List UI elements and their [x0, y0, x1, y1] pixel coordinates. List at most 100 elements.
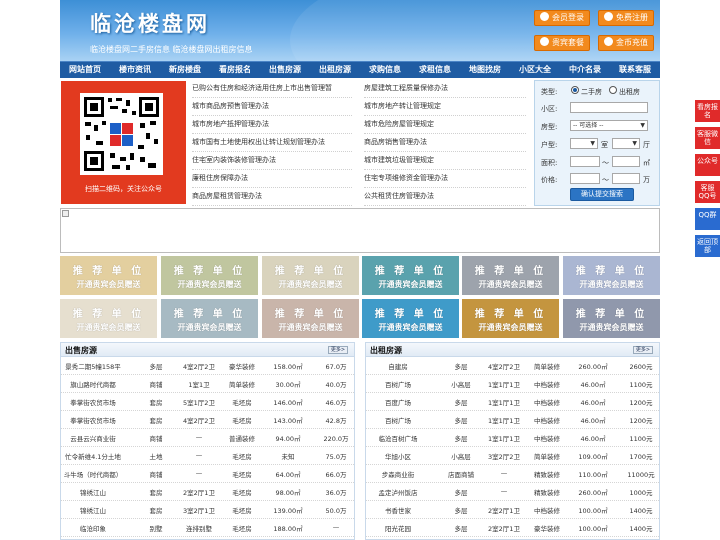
promo-tile[interactable]: 推 荐 单 位开通贵宾会员赠送 — [262, 256, 359, 295]
rent-more-link[interactable]: 更多> — [633, 346, 653, 354]
sale-more-link[interactable]: 更多> — [328, 346, 348, 354]
nav-communities[interactable]: 小区大全 — [510, 62, 560, 78]
hall-select[interactable]: ▼ — [612, 138, 640, 149]
promo-tile[interactable]: 推 荐 单 位开通贵宾会员赠送 — [462, 256, 559, 295]
site-title[interactable]: 临沧楼盘网 — [90, 8, 210, 38]
nav-buy-requests[interactable]: 求购信息 — [360, 62, 410, 78]
search-submit-button[interactable]: 确认提交搜索 — [570, 188, 634, 201]
promo-tile[interactable]: 推 荐 单 位开通贵宾会员赠送 — [362, 299, 459, 338]
policy-link[interactable]: 廉租住房保障办法 — [192, 170, 352, 188]
listing-row[interactable]: 自建房 多层 4室2厅2卫 简单装修 260.00㎡ 2600元 — [366, 357, 659, 375]
house-type-select[interactable]: -- 可选择 -- ▼ — [570, 120, 648, 131]
policy-link[interactable]: 城市商品房预售管理办法 — [192, 98, 352, 116]
promo-tile[interactable]: 推 荐 单 位开通贵宾会员赠送 — [161, 256, 258, 295]
listing-title[interactable]: 云县云兴商业街 — [62, 433, 124, 443]
listing-row[interactable]: 旗山路时代商都 商铺 1室1卫 简单装修 30.00㎡ 40.0万 — [61, 375, 354, 393]
promo-tile[interactable]: 推 荐 单 位开通贵宾会员赠送 — [161, 299, 258, 338]
listing-title[interactable]: 拳掌街农贸市场 — [62, 397, 124, 407]
nav-home[interactable]: 网站首页 — [60, 62, 110, 78]
size-max-input[interactable] — [612, 156, 640, 167]
promo-tile[interactable]: 推 荐 单 位开通贵宾会员赠送 — [462, 299, 559, 338]
listing-title[interactable]: 锦绣江山 — [62, 505, 124, 515]
listing-row[interactable]: 锦绣江山 套房 2室2厅1卫 毛坯房 98.00㎡ 36.0万 — [61, 483, 354, 501]
listing-row[interactable]: 百树广场 小高层 1室1厅1卫 中档装修 46.00㎡ 1100元 — [366, 375, 659, 393]
listing-title[interactable]: 锦绣江山 — [62, 487, 124, 497]
listing-row[interactable]: 忙令新维4.1分土地 土地 — 毛坯房 未知 75.0万 — [61, 447, 354, 465]
promo-tile[interactable]: 推 荐 单 位开通贵宾会员赠送 — [563, 256, 660, 295]
listing-title[interactable]: 拳掌街农贸市场 — [62, 415, 124, 425]
radio-rental[interactable] — [609, 86, 617, 94]
listing-row[interactable]: 华旭小区 小高层 3室2厅2卫 简单装修 109.00㎡ 1700元 — [366, 447, 659, 465]
policy-link[interactable]: 城市房地产转让管理规定 — [364, 98, 526, 116]
listing-row[interactable]: 书香世家 多层 2室2厅1卫 中档装修 100.00㎡ 1400元 — [366, 501, 659, 519]
size-min-input[interactable] — [570, 156, 600, 167]
listing-row[interactable]: 百树广场 多层 1室1厅1卫 中档装修 46.00㎡ 1200元 — [366, 411, 659, 429]
promo-tile[interactable]: 推 荐 单 位开通贵宾会员赠送 — [60, 299, 157, 338]
listing-row[interactable]: 拳掌街农贸市场 套房 5室1厅2卫 毛坯房 146.00㎡ 46.0万 — [61, 393, 354, 411]
side-viewing-signup[interactable]: 看房报名 — [695, 100, 720, 122]
nav-news[interactable]: 楼市资讯 — [110, 62, 160, 78]
listing-title[interactable]: 书香世家 — [367, 505, 429, 515]
side-service-qq[interactable]: 客服QQ号 — [695, 181, 720, 203]
policy-link[interactable]: 已购公有住房和经济适用住房上市出售管理暂 — [192, 80, 352, 98]
promo-tile[interactable]: 推 荐 单 位开通贵宾会员赠送 — [563, 299, 660, 338]
listing-title[interactable]: 华旭小区 — [367, 451, 429, 461]
side-qq-group[interactable]: QQ群 — [695, 208, 720, 230]
listing-row[interactable]: 临沧百树广场 多层 1室1厅1卫 中档装修 46.00㎡ 1100元 — [366, 429, 659, 447]
promo-tile[interactable]: 推 荐 单 位开通贵宾会员赠送 — [60, 256, 157, 295]
listing-row[interactable]: 斗牛场（时代商都） 商铺 — 毛坯房 64.00㎡ 66.0万 — [61, 465, 354, 483]
ad-banner[interactable] — [60, 208, 660, 253]
listing-title[interactable]: 忙令新维4.1分土地 — [62, 451, 124, 461]
listing-row[interactable]: 景秀二期5幢158平 多层 4室2厅2卫 豪华装修 158.00㎡ 67.0万 — [61, 357, 354, 375]
nav-contact[interactable]: 联系客服 — [610, 62, 660, 78]
policy-link[interactable]: 房屋建筑工程质量保修办法 — [364, 80, 526, 98]
policy-link[interactable]: 商品房销售管理办法 — [364, 134, 526, 152]
listing-row[interactable]: 百度广场 多层 1室1厅1卫 中档装修 46.00㎡ 1200元 — [366, 393, 659, 411]
room-select[interactable]: ▼ — [570, 138, 598, 149]
listing-row[interactable]: 孟定泸州饭店 多层 — 精致装修 260.00㎡ 1000元 — [366, 483, 659, 501]
policy-link[interactable]: 城市建筑垃圾管理规定 — [364, 152, 526, 170]
listing-title[interactable]: 临沧百树广场 — [367, 433, 429, 443]
policy-link[interactable]: 城市国有土地使用权出让转让规划管理办法 — [192, 134, 352, 152]
listing-row[interactable]: 云县云兴商业街 商铺 — 普通装修 94.00㎡ 220.0万 — [61, 429, 354, 447]
listing-title[interactable]: 临沧印象 — [62, 523, 124, 533]
radio-secondhand[interactable] — [571, 86, 579, 94]
listing-title[interactable]: 阳光花园 — [367, 523, 429, 533]
policy-link[interactable]: 住宅室内装饰装修管理办法 — [192, 152, 352, 170]
policy-link[interactable]: 城市危险房屋管理规定 — [364, 116, 526, 134]
promo-tile[interactable]: 推 荐 单 位开通贵宾会员赠送 — [262, 299, 359, 338]
listing-title[interactable]: 自建房 — [367, 361, 429, 371]
listing-title[interactable]: 百度广场 — [367, 397, 429, 407]
side-service-wechat[interactable]: 客服微信 — [695, 127, 720, 149]
recharge-button[interactable]: 金币充值 — [598, 35, 654, 51]
login-button[interactable]: 会员登录 — [534, 10, 590, 26]
listing-title[interactable]: 百树广场 — [367, 379, 429, 389]
listing-row[interactable]: 阳光花园 多层 2室2厅1卫 豪华装修 100.00㎡ 1400元 — [366, 519, 659, 537]
side-back-to-top[interactable]: 返回顶部 — [695, 235, 720, 257]
nav-map-search[interactable]: 地图找房 — [460, 62, 510, 78]
side-official-account[interactable]: 公众号 — [695, 154, 720, 176]
nav-new-homes[interactable]: 新房楼盘 — [160, 62, 210, 78]
policy-link[interactable]: 商品房屋租赁管理办法 — [192, 188, 352, 206]
register-button[interactable]: 免费注册 — [598, 10, 654, 26]
community-input[interactable] — [570, 102, 648, 113]
promo-tile[interactable]: 推 荐 单 位开通贵宾会员赠送 — [362, 256, 459, 295]
listing-row[interactable]: 锦绣江山 套房 3室2厅1卫 毛坯房 139.00㎡ 50.0万 — [61, 501, 354, 519]
listing-title[interactable]: 旗山路时代商都 — [62, 379, 124, 389]
listing-title[interactable]: 步森商业街 — [367, 469, 429, 479]
policy-link[interactable]: 城市房地产抵押管理办法 — [192, 116, 352, 134]
listing-title[interactable]: 斗牛场（时代商都） — [62, 469, 124, 479]
price-max-input[interactable] — [612, 173, 640, 184]
listing-row[interactable]: 拳掌街农贸市场 套房 4室2厅2卫 毛坯房 143.00㎡ 42.8万 — [61, 411, 354, 429]
listing-title[interactable]: 孟定泸州饭店 — [367, 487, 429, 497]
price-min-input[interactable] — [570, 173, 600, 184]
nav-for-sale[interactable]: 出售房源 — [260, 62, 310, 78]
nav-for-rent[interactable]: 出租房源 — [310, 62, 360, 78]
listing-row[interactable]: 步森商业街 店面商铺 — 精致装修 110.00㎡ 11000元 — [366, 465, 659, 483]
policy-link[interactable]: 住宅专项维修资金管理办法 — [364, 170, 526, 188]
nav-viewing-signup[interactable]: 看房报名 — [210, 62, 260, 78]
vip-package-button[interactable]: 贵宾套餐 — [534, 35, 590, 51]
policy-link[interactable]: 公共租赁住房管理办法 — [364, 188, 526, 206]
nav-rent-requests[interactable]: 求租信息 — [410, 62, 460, 78]
nav-agents[interactable]: 中介名录 — [560, 62, 610, 78]
